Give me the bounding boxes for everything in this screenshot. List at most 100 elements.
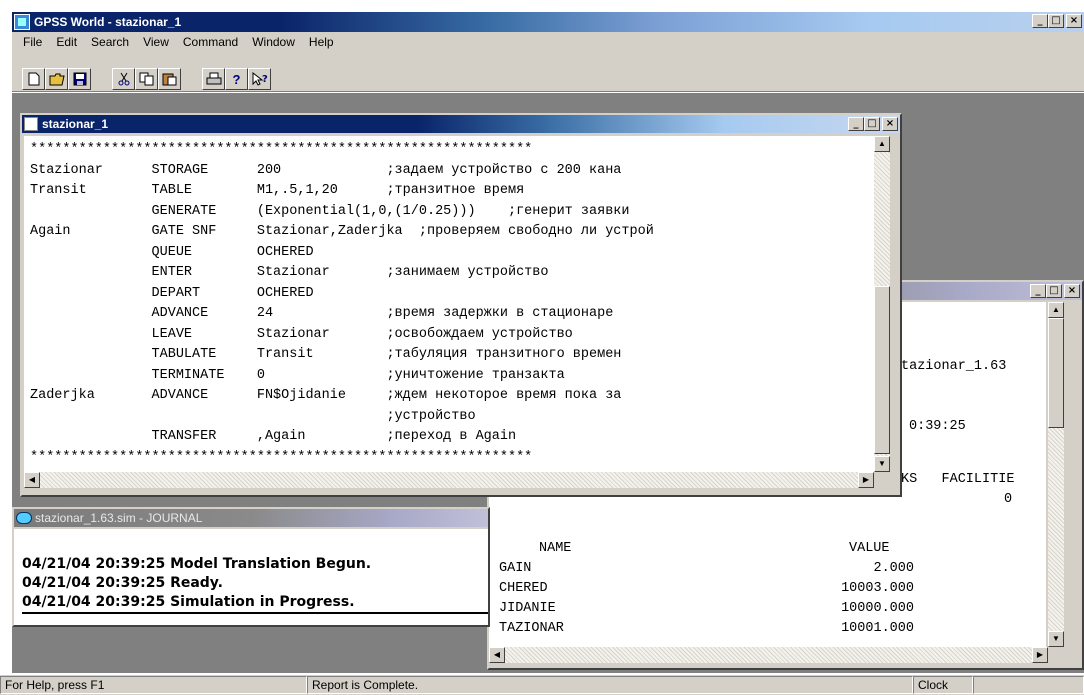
status-help-text: For Help, press F1: [0, 676, 307, 694]
menu-command[interactable]: Command: [176, 35, 245, 49]
status-bar: For Help, press F1 Report is Complete. C…: [0, 675, 1084, 695]
journal-window: stazionar_1.63.sim - JOURNAL 04/21/04 20…: [12, 507, 490, 627]
scroll-down-icon[interactable]: ▼: [1048, 631, 1064, 647]
journal-line: 04/21/04 20:39:25 Simulation in Progress…: [22, 594, 355, 610]
editor-title-bar[interactable]: stazionar_1 _ □ ×: [22, 115, 900, 133]
report-scroll-thumb[interactable]: [1048, 318, 1064, 428]
minimize-icon[interactable]: _: [1032, 14, 1048, 28]
report-table-row: TAZIONAR 10001.000: [499, 619, 919, 640]
code-line: ADVANCE 24 ;время задержки в стационаре: [30, 306, 614, 321]
status-extra: [973, 676, 1084, 694]
cut-icon[interactable]: [112, 68, 135, 90]
report-row-name: CHERED: [499, 581, 548, 596]
report-table-row: JIDANIE 10000.000: [499, 599, 919, 620]
journal-line: 04/21/04 20:39:25 Ready.: [22, 575, 223, 591]
minimize-icon[interactable]: _: [1030, 284, 1046, 298]
journal-line: 04/21/04 20:39:25 Model Translation Begu…: [22, 556, 372, 572]
close-icon[interactable]: ×: [1064, 284, 1080, 298]
code-line: LEAVE Stazionar ;освобождаем устройство: [30, 326, 573, 342]
scroll-right-icon[interactable]: ▶: [1032, 647, 1048, 663]
code-line: ****************************************…: [30, 142, 533, 157]
maximize-icon[interactable]: □: [864, 117, 880, 131]
resize-grip-icon[interactable]: [874, 472, 890, 488]
editor-window-controls: _ □ ×: [848, 117, 898, 131]
print-icon[interactable]: [202, 68, 225, 90]
report-header-fragment: KS FACILITIE: [901, 472, 1015, 487]
main-title-bar[interactable]: GPSS World - stazionar_1 _ □ ×: [12, 12, 1084, 32]
minimize-icon[interactable]: _: [848, 117, 864, 131]
editor-window: stazionar_1 _ □ × **********************…: [20, 113, 902, 497]
scroll-left-icon[interactable]: ◀: [489, 647, 505, 663]
journal-content: 04/21/04 20:39:25 Model Translation Begu…: [14, 529, 488, 625]
report-col-value-header: VALUE: [849, 541, 890, 556]
menu-file[interactable]: File: [16, 35, 49, 49]
report-row-value: 2.000: [873, 561, 914, 576]
report-value-fragment: 0: [1004, 492, 1013, 507]
code-line: ENTER Stazionar ;занимаем устройство: [30, 265, 549, 280]
document-icon: [24, 117, 38, 131]
maximize-icon[interactable]: □: [1046, 284, 1062, 298]
report-filename: tazionar_1.63: [901, 359, 1007, 374]
paste-icon[interactable]: [158, 68, 181, 90]
code-line: ****************************************…: [30, 449, 533, 465]
new-file-icon[interactable]: [22, 68, 45, 90]
journal-line-partial: [22, 612, 488, 618]
status-clock: Clock: [913, 676, 973, 694]
editor-horizontal-scrollbar[interactable]: ◀ ▶: [24, 472, 874, 488]
code-line: TABULATE Transit ;табуляция транзитного …: [30, 347, 622, 362]
open-folder-icon[interactable]: [45, 68, 68, 90]
code-line: Again GATE SNF Stazionar,Zaderjka ;прове…: [30, 224, 654, 239]
simulation-icon: [16, 512, 32, 524]
window-title: GPSS World - stazionar_1: [34, 15, 182, 29]
copy-icon[interactable]: [135, 68, 158, 90]
svg-text:?: ?: [262, 74, 268, 85]
report-time: 0:39:25: [909, 419, 966, 434]
misc-toolbar-group: ? ?: [202, 68, 271, 90]
code-line: QUEUE OCHERED: [30, 244, 314, 260]
menu-bar: File Edit Search View Command Window Hel…: [12, 32, 1084, 52]
menu-search[interactable]: Search: [84, 35, 136, 49]
edit-toolbar-group: [112, 68, 181, 90]
status-message: Report is Complete.: [307, 676, 913, 694]
report-row-value: 10001.000: [841, 621, 914, 636]
code-line: Transit TABLE M1,.5,1,20 ;транзитное вре…: [30, 183, 525, 198]
journal-title: stazionar_1.63.sim - JOURNAL: [35, 511, 203, 525]
close-icon[interactable]: ×: [882, 117, 898, 131]
scroll-up-icon[interactable]: ▲: [1048, 302, 1064, 318]
report-row-value: 10003.000: [841, 581, 914, 596]
maximize-icon[interactable]: □: [1048, 14, 1064, 28]
menu-edit[interactable]: Edit: [49, 35, 84, 49]
editor-scroll-thumb[interactable]: [874, 286, 890, 454]
code-line: Zaderjka ADVANCE FN$Ojidanie ;ждем некот…: [30, 388, 622, 403]
editor-vertical-scrollbar[interactable]: ▲ ▼: [874, 136, 890, 472]
gpss-app-icon[interactable]: [14, 14, 30, 30]
scroll-right-icon[interactable]: ▶: [858, 472, 874, 488]
scroll-down-icon[interactable]: ▼: [874, 456, 890, 472]
report-row-value: 10000.000: [841, 601, 914, 616]
code-line: DEPART OCHERED: [30, 285, 314, 301]
close-icon[interactable]: ×: [1066, 14, 1082, 28]
code-line: ;устройство: [30, 408, 476, 424]
menu-window[interactable]: Window: [245, 35, 302, 49]
menu-help[interactable]: Help: [302, 35, 341, 49]
menu-view[interactable]: View: [136, 35, 176, 49]
report-table-row: GAIN 2.000: [499, 559, 919, 580]
main-window-controls: _ □ ×: [1032, 14, 1082, 28]
editor-text-area[interactable]: ****************************************…: [24, 136, 874, 472]
report-row-name: TAZIONAR: [499, 621, 564, 636]
scroll-left-icon[interactable]: ◀: [24, 472, 40, 488]
code-line: TERMINATE 0 ;уничтожение транзакта: [30, 367, 565, 383]
report-horizontal-scrollbar[interactable]: ◀ ▶: [489, 647, 1048, 663]
save-icon[interactable]: [68, 68, 91, 90]
report-table-row: CHERED 10003.000: [499, 579, 919, 600]
context-help-icon[interactable]: ?: [248, 68, 271, 90]
editor-title: stazionar_1: [42, 117, 109, 131]
report-row-name: GAIN: [499, 561, 532, 576]
code-line: Stazionar STORAGE 200 ;задаем устройство…: [30, 162, 622, 178]
report-vertical-scrollbar[interactable]: ▲ ▼: [1048, 302, 1064, 647]
journal-title-bar[interactable]: stazionar_1.63.sim - JOURNAL: [14, 509, 488, 527]
help-icon[interactable]: ?: [225, 68, 248, 90]
file-toolbar-group: [22, 68, 91, 90]
scroll-up-icon[interactable]: ▲: [874, 136, 890, 152]
gpss-world-window: GPSS World - stazionar_1 _ □ × File Edit…: [0, 0, 1084, 695]
